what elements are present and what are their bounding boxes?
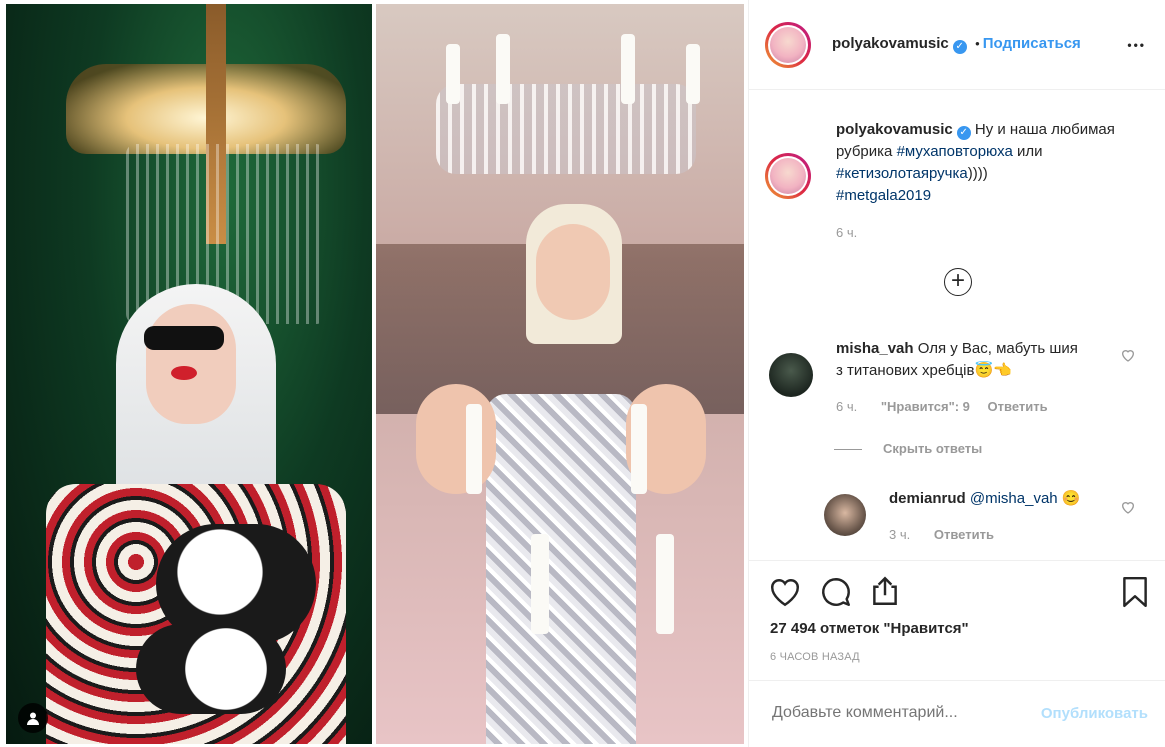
photo-right	[376, 4, 744, 744]
hashtag-link[interactable]: #metgala2019	[836, 187, 931, 204]
follow-button[interactable]: Подписаться	[983, 35, 1081, 52]
caption-avatar[interactable]	[765, 153, 811, 199]
author-avatar[interactable]	[765, 22, 811, 68]
comment-input[interactable]	[770, 703, 1014, 723]
bookmark-icon[interactable]	[1118, 575, 1152, 609]
comment-body: misha_vah Оля у Вас, мабуть шия з титано…	[836, 338, 1086, 382]
comment-like-icon[interactable]	[1120, 347, 1136, 363]
reply-body: demianrud @misha_vah 😊	[889, 488, 1114, 510]
post-time-ago: 6 ЧАСОВ НАЗАД	[770, 651, 860, 663]
caption-time: 6 ч.	[836, 225, 858, 240]
caption-text-3: ))))	[967, 165, 988, 182]
verified-icon: ✓	[952, 40, 967, 54]
dot-separator: •	[975, 36, 980, 51]
replies-divider	[834, 449, 862, 450]
caption-text-2: или	[1012, 143, 1043, 160]
comment-time: 6 ч.	[836, 399, 858, 414]
more-options-icon[interactable]: •••	[1127, 38, 1146, 52]
reply-time: 3 ч.	[889, 527, 911, 542]
caption-username[interactable]: polyakovamusic	[836, 121, 953, 138]
commenter-avatar[interactable]	[769, 353, 813, 397]
add-comment-form: Опубликовать	[749, 680, 1165, 747]
comment-username[interactable]: misha_vah	[836, 340, 914, 357]
hide-replies-button[interactable]: Скрыть ответы	[883, 441, 982, 456]
post-header: polyakovamusic ✓ • Подписаться •••	[749, 0, 1165, 90]
share-icon[interactable]	[868, 574, 902, 608]
reply-username[interactable]: demianrud	[889, 490, 966, 507]
publish-button[interactable]: Опубликовать	[1041, 705, 1148, 722]
comment-likes[interactable]: "Нравится": 9	[881, 399, 970, 414]
reply-avatar[interactable]	[824, 494, 866, 536]
hashtag-link[interactable]: #кетизолотаяручка	[836, 165, 968, 182]
post-media[interactable]	[0, 0, 748, 747]
load-more-comments-button[interactable]: +	[944, 268, 972, 296]
reply-meta: 3 ч. Ответить	[889, 527, 1008, 542]
likes-count[interactable]: 27 494 отметок "Нравится"	[770, 620, 969, 637]
author-username[interactable]: polyakovamusic	[832, 35, 949, 52]
heart-icon[interactable]	[768, 575, 802, 609]
reply-button[interactable]: Ответить	[934, 527, 994, 542]
verified-icon: ✓	[956, 126, 971, 140]
user-icon	[27, 712, 39, 725]
caption: polyakovamusic ✓ Ну и наша любимая рубрик…	[836, 119, 1146, 207]
reply-button[interactable]: Ответить	[988, 399, 1048, 414]
plus-icon: +	[950, 267, 965, 294]
post-sidebar: polyakovamusic ✓ • Подписаться ••• polyako…	[748, 0, 1165, 747]
comment-meta: 6 ч. "Нравится": 9 Ответить	[836, 399, 1062, 414]
photo-left	[6, 4, 372, 744]
comment-icon[interactable]	[819, 575, 853, 609]
user-tags-button[interactable]	[18, 703, 48, 733]
reply-like-icon[interactable]	[1120, 499, 1136, 515]
hashtag-link[interactable]: #мухаповторюха	[897, 143, 1013, 160]
reply-text: @misha_vah 😊	[969, 490, 1081, 507]
